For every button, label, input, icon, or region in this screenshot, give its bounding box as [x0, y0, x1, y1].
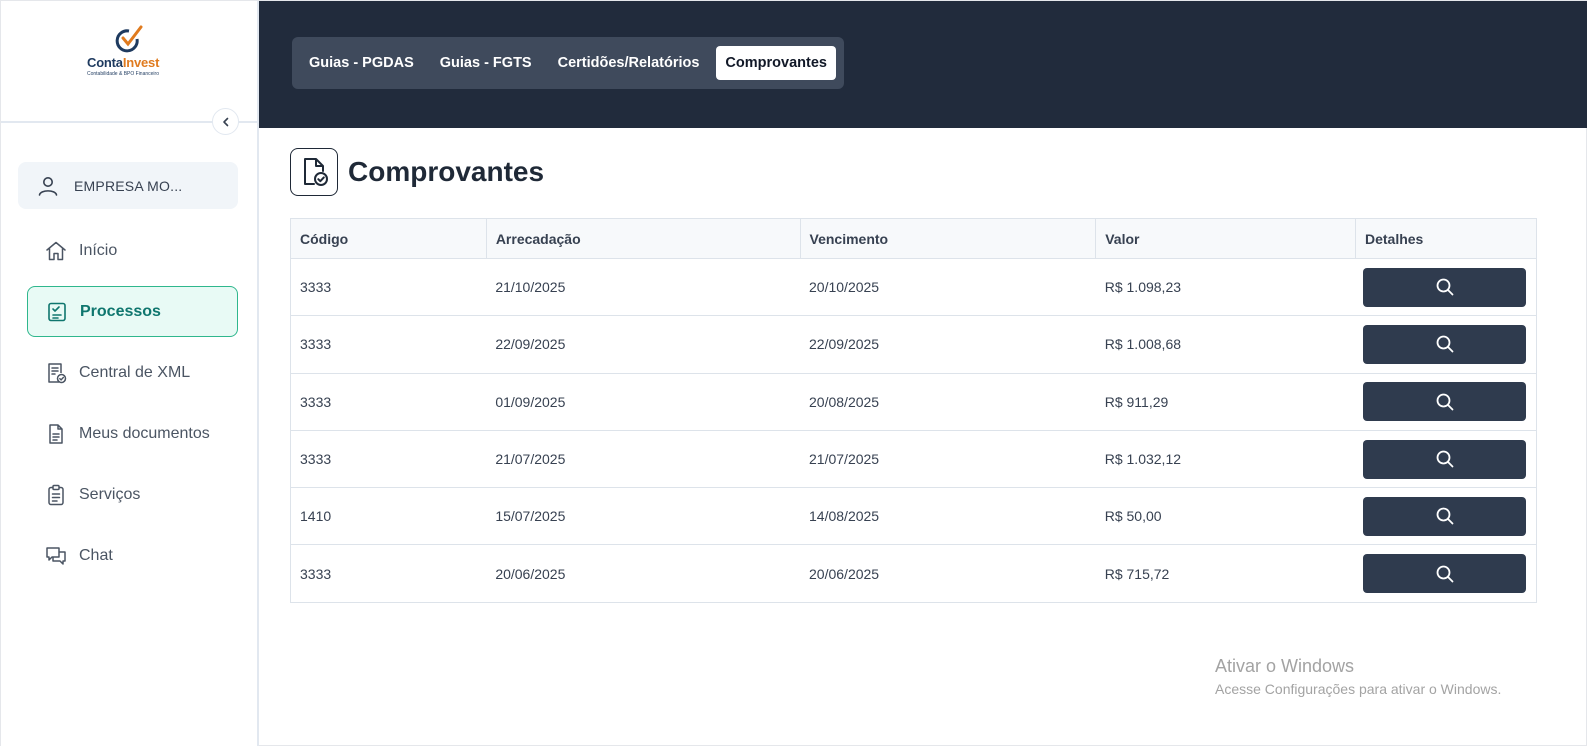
watermark-title: Ativar o Windows	[1215, 656, 1355, 676]
sidebar-item-chat[interactable]: Chat	[27, 530, 238, 581]
chevron-left-icon	[222, 117, 228, 126]
cell-codigo: 3333	[290, 373, 487, 431]
cell-valor: R$ 911,29	[1095, 373, 1356, 431]
table-row: 3333 22/09/2025 22/09/2025 R$ 1.008,68	[290, 315, 1537, 374]
view-details-button[interactable]	[1363, 267, 1527, 307]
view-details-button[interactable]	[1363, 554, 1527, 594]
page-header: Comprovantes	[290, 148, 544, 196]
cell-vencimento: 20/10/2025	[800, 258, 1096, 317]
main-content: Comprovantes Código Arrecadação Vencimen…	[259, 128, 1587, 746]
sidebar-item-label: Meus documentos	[79, 424, 210, 442]
brand-logo[interactable]: ContaInvest Contabilidade & BPO Financei…	[81, 25, 191, 85]
column-header-codigo[interactable]: Código	[290, 218, 487, 259]
app-window: ContaInvest Contabilidade & BPO Financei…	[0, 0, 1587, 746]
search-icon	[1436, 278, 1454, 296]
view-details-button[interactable]	[1363, 324, 1527, 364]
top-header: Guias - PGDAS Guias - FGTS Certidões/Rel…	[259, 1, 1587, 128]
sidebar-item-label: Processos	[80, 302, 161, 320]
cell-arrecadacao: 21/07/2025	[486, 430, 801, 489]
sidebar-item-label: Central de XML	[79, 363, 191, 381]
checklist-icon	[44, 299, 70, 325]
cell-arrecadacao: 01/09/2025	[486, 373, 801, 431]
cell-codigo: 3333	[290, 430, 487, 489]
sidebar-item-label: Chat	[79, 546, 113, 564]
user-icon	[36, 174, 60, 198]
sidebar-item-label: Serviços	[79, 485, 141, 503]
page-title: Comprovantes	[348, 156, 545, 187]
logo-area: ContaInvest Contabilidade & BPO Financei…	[1, 1, 259, 135]
table-row: 3333 20/06/2025 20/06/2025 R$ 715,72	[291, 545, 1537, 602]
cell-vencimento: 21/07/2025	[800, 430, 1096, 489]
sidebar-collapse-button[interactable]	[212, 108, 239, 135]
tab-comprovantes[interactable]: Comprovantes	[716, 46, 836, 80]
cell-valor: R$ 1.032,12	[1095, 430, 1356, 489]
cell-vencimento: 22/09/2025	[800, 315, 1096, 374]
sidebar-item-meus-documentos[interactable]: Meus documentos	[27, 408, 238, 459]
cell-detalhes	[1355, 258, 1537, 317]
search-icon	[1436, 336, 1454, 353]
chat-icon	[43, 543, 69, 569]
document-icon	[43, 421, 69, 447]
cell-detalhes	[1355, 373, 1537, 431]
sidebar-item-inicio[interactable]: Início	[27, 225, 238, 276]
sidebar: ContaInvest Contabilidade & BPO Financei…	[1, 1, 259, 746]
xml-document-icon	[43, 360, 69, 386]
cell-codigo: 1410	[290, 487, 487, 546]
cell-codigo: 3333	[300, 565, 332, 582]
table-row: 3333 01/09/2025 20/08/2025 R$ 911,29	[290, 373, 1537, 431]
cell-detalhes	[1355, 430, 1537, 489]
cell-codigo: 3333	[290, 258, 487, 317]
sidebar-item-central-xml[interactable]: Central de XML	[27, 347, 238, 398]
cell-vencimento: 14/08/2025	[800, 487, 1096, 546]
cell-arrecadacao: 20/06/2025	[495, 565, 566, 582]
column-header-vencimento[interactable]: Vencimento	[800, 218, 1097, 259]
column-header-detalhes: Detalhes	[1355, 218, 1537, 259]
cell-vencimento: 20/06/2025	[809, 565, 880, 582]
sidebar-item-servicos[interactable]: Serviços	[27, 469, 238, 520]
cell-arrecadacao: 22/09/2025	[486, 315, 801, 374]
cell-valor: R$ 50,00	[1095, 487, 1356, 546]
column-header-valor[interactable]: Valor	[1095, 218, 1356, 259]
column-header-arrecadacao[interactable]: Arrecadação	[486, 218, 801, 259]
company-selector[interactable]: EMPRESA MO...	[18, 162, 238, 209]
windows-activation-watermark: Ativar o Windows Acesse Configurações pa…	[1215, 656, 1501, 697]
tab-guias-fgts[interactable]: Guias - FGTS	[431, 46, 541, 80]
table-row: 3333 21/10/2025 20/10/2025 R$ 1.098,23	[290, 258, 1537, 317]
view-details-button[interactable]	[1363, 382, 1527, 422]
search-icon	[1436, 393, 1454, 411]
search-icon	[1436, 565, 1454, 583]
sidebar-item-label: Início	[79, 241, 118, 259]
sidebar-nav: Início Processos Central de XML Meus doc…	[27, 225, 238, 591]
clipboard-icon	[43, 482, 69, 508]
sidebar-item-processos[interactable]: Processos	[27, 286, 238, 337]
home-icon	[43, 238, 69, 264]
search-icon	[1436, 507, 1454, 525]
brand-name: ContaInvest	[87, 55, 160, 70]
cell-detalhes	[1355, 315, 1537, 374]
cell-vencimento: 20/08/2025	[800, 373, 1096, 431]
company-name: EMPRESA MO...	[74, 177, 183, 194]
tab-guias-pgdas[interactable]: Guias - PGDAS	[300, 46, 423, 80]
watermark-subtitle: Acesse Configurações para ativar o Windo…	[1215, 681, 1502, 697]
cell-codigo: 3333	[290, 315, 487, 374]
tab-group: Guias - PGDAS Guias - FGTS Certidões/Rel…	[292, 37, 844, 89]
file-check-icon	[290, 148, 338, 196]
cell-arrecadacao: 15/07/2025	[486, 487, 801, 546]
cell-detalhes	[1355, 487, 1537, 546]
view-details-button[interactable]	[1363, 496, 1527, 536]
cell-valor: R$ 1.008,68	[1095, 315, 1356, 374]
search-icon	[1436, 450, 1454, 468]
cell-valor: R$ 715,72	[1104, 565, 1170, 582]
logo-check-icon	[115, 25, 143, 53]
cell-detalhes	[1355, 545, 1536, 602]
cell-arrecadacao: 21/10/2025	[486, 258, 801, 317]
table-row: 3333 21/07/2025 21/07/2025 R$ 1.032,12	[290, 430, 1537, 489]
cell-valor: R$ 1.098,23	[1095, 258, 1356, 317]
table-row: 1410 15/07/2025 14/08/2025 R$ 50,00	[290, 487, 1537, 546]
table-header-row: Código Arrecadação Vencimento Valor Deta…	[290, 218, 1537, 259]
view-details-button[interactable]	[1363, 439, 1527, 479]
comprovantes-table: Código Arrecadação Vencimento Valor Deta…	[290, 218, 1537, 603]
brand-tagline: Contabilidade & BPO Financeiro	[87, 71, 159, 77]
tab-certidoes-relatorios[interactable]: Certidões/Relatórios	[549, 46, 709, 80]
